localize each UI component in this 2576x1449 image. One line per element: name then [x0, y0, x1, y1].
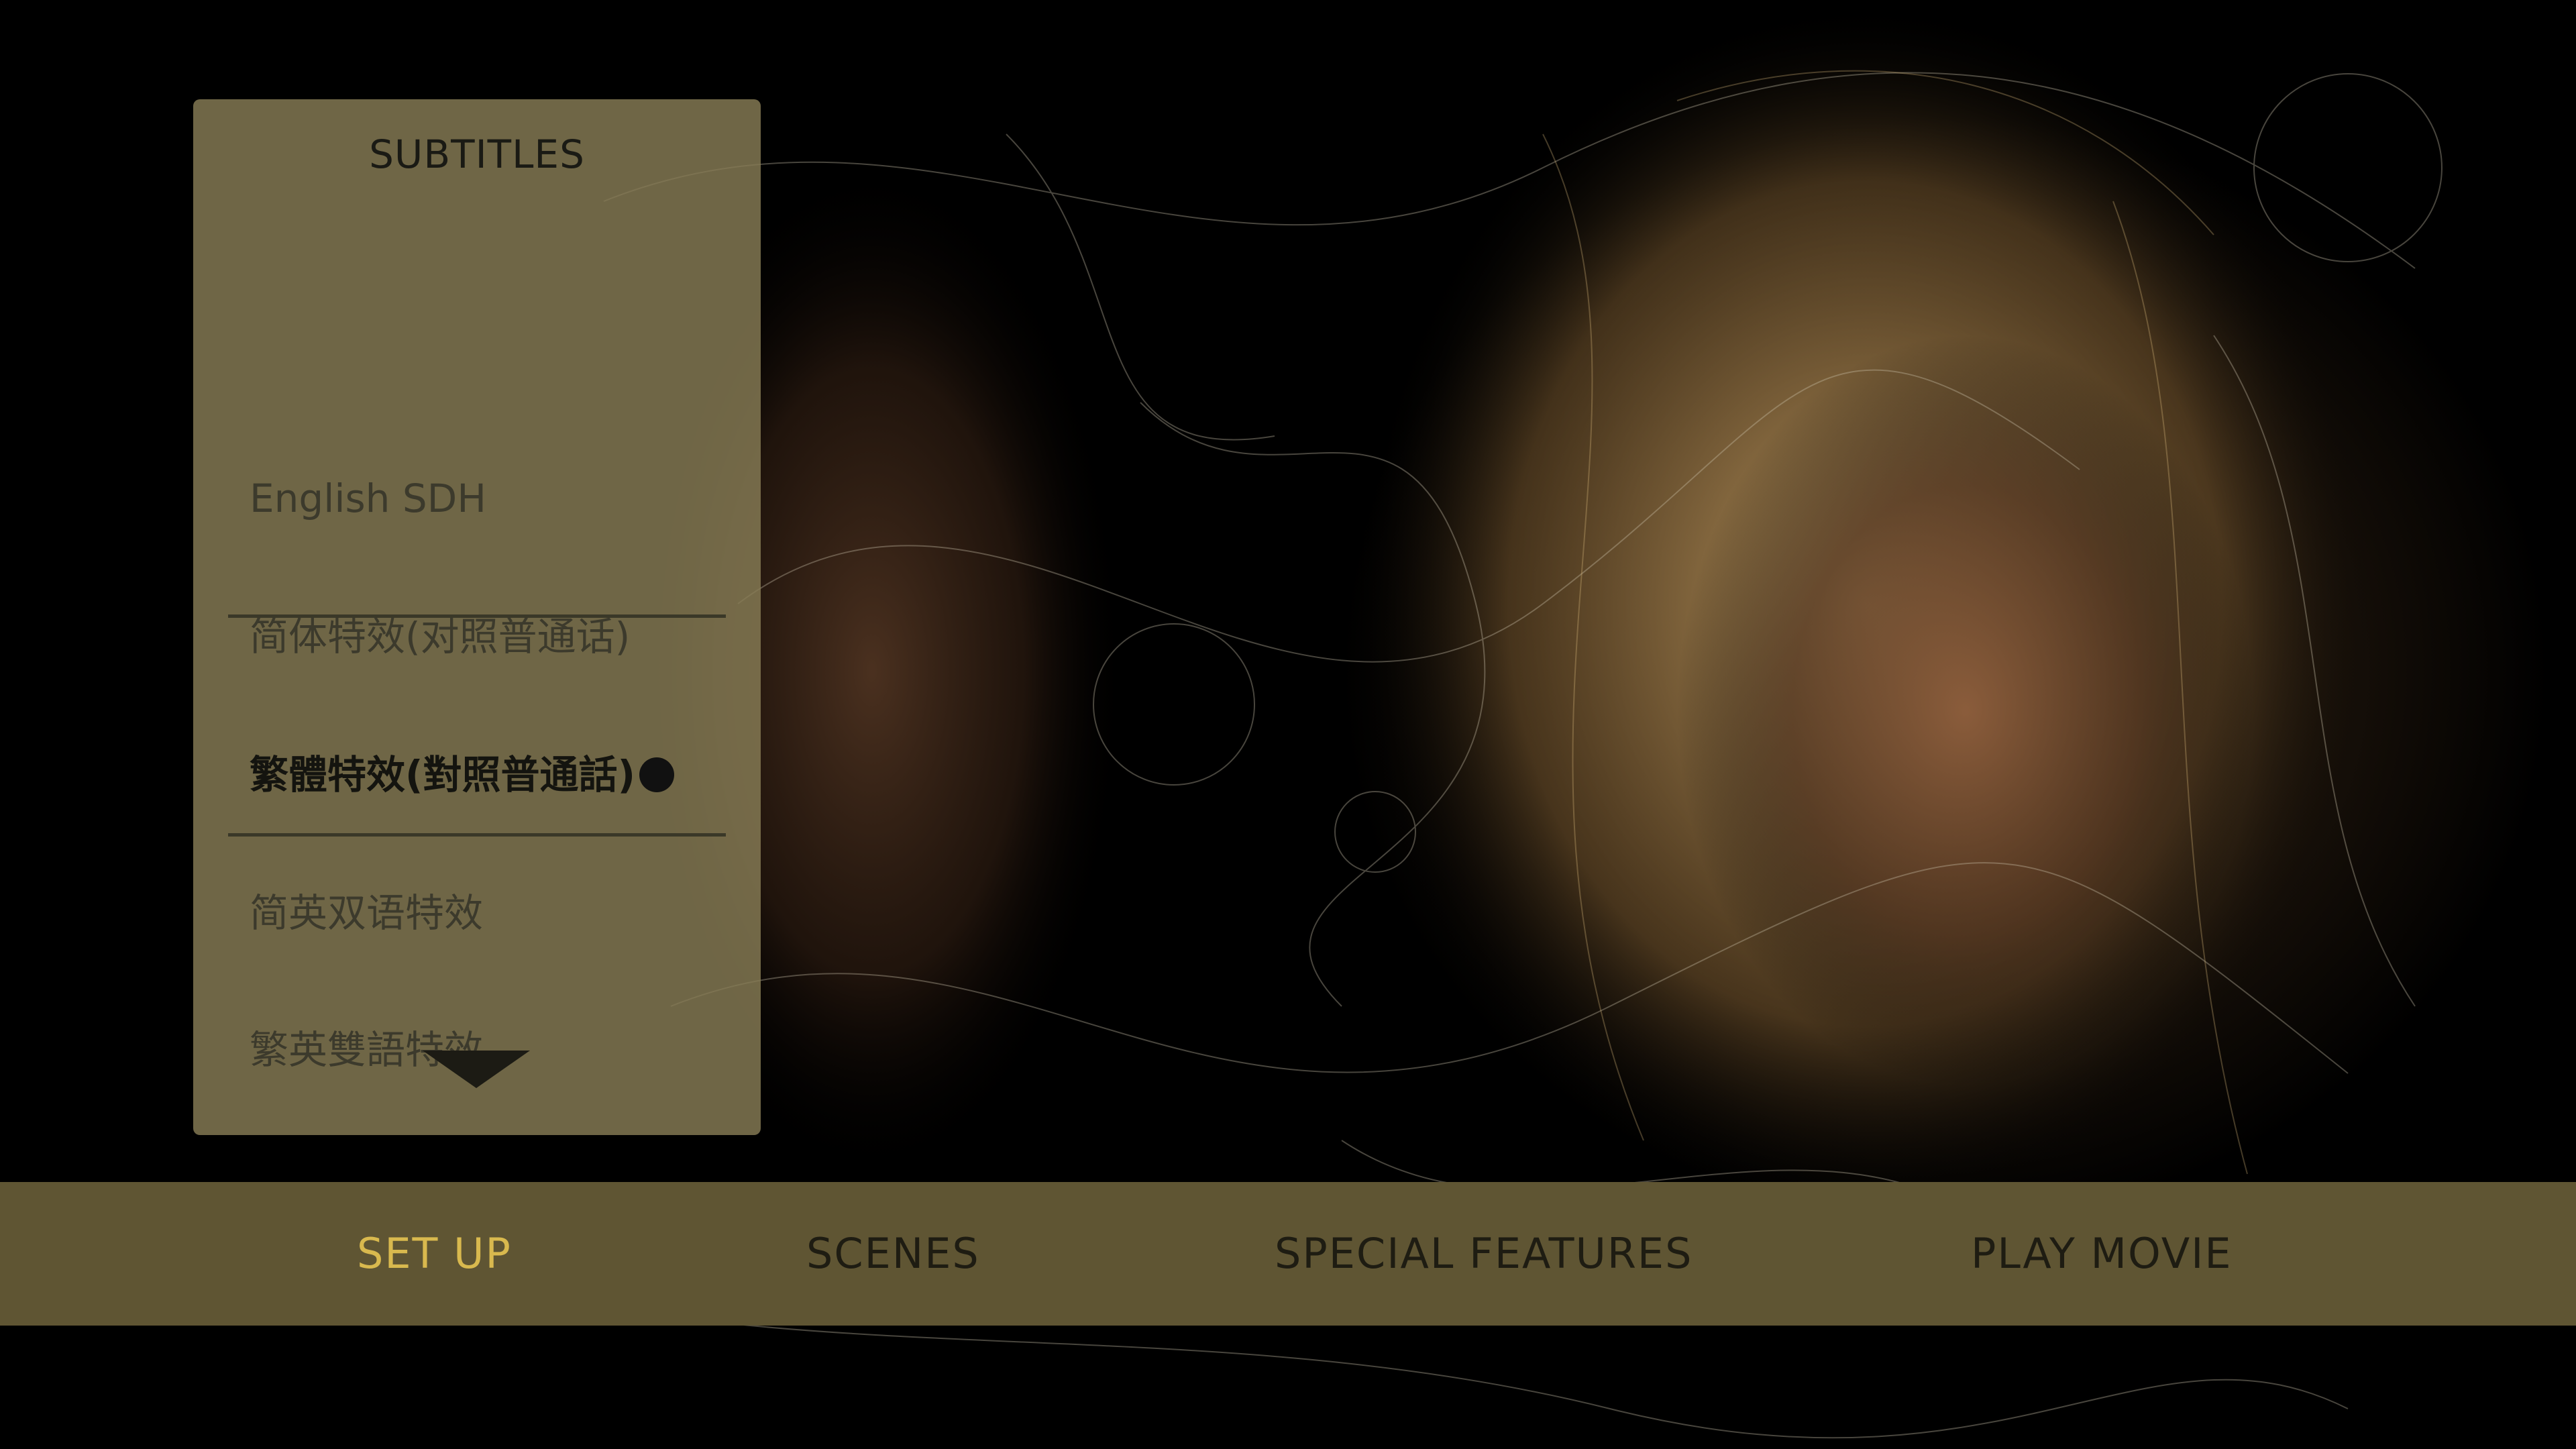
main-nav-bar: SET UP SCENES SPECIAL FEATURES PLAY MOVI… — [0, 1182, 2576, 1326]
subtitle-option-label: 繁體特效(對照普通話) — [250, 752, 636, 798]
subtitle-option-english-sdh[interactable]: English SDH — [250, 462, 733, 535]
chevron-down-icon[interactable] — [423, 1051, 530, 1088]
selected-dot-icon — [639, 757, 675, 792]
subtitle-option-traditional-effects[interactable]: 繁體特效(對照普通話) — [250, 738, 733, 812]
subtitle-option-simplified-effects[interactable]: 简体特效(对照普通话) — [250, 600, 733, 674]
nav-play-movie[interactable]: PLAY MOVIE — [1971, 1182, 2233, 1326]
subtitle-option-simplified-english-bilingual[interactable]: 简英双语特效 — [250, 876, 733, 950]
subtitles-panel: SUBTITLES English SDH 简体特效(对照普通话) 繁體特效(對… — [193, 99, 761, 1135]
nav-scenes[interactable]: SCENES — [806, 1182, 980, 1326]
blu-ray-menu-screen: SUBTITLES English SDH 简体特效(对照普通话) 繁體特效(對… — [0, 0, 2576, 1449]
selection-rule-top — [228, 614, 726, 618]
nav-special-features[interactable]: SPECIAL FEATURES — [1275, 1182, 1693, 1326]
selection-rule-bottom — [228, 833, 726, 837]
nav-set-up[interactable]: SET UP — [357, 1182, 512, 1326]
panel-title: SUBTITLES — [369, 131, 585, 177]
